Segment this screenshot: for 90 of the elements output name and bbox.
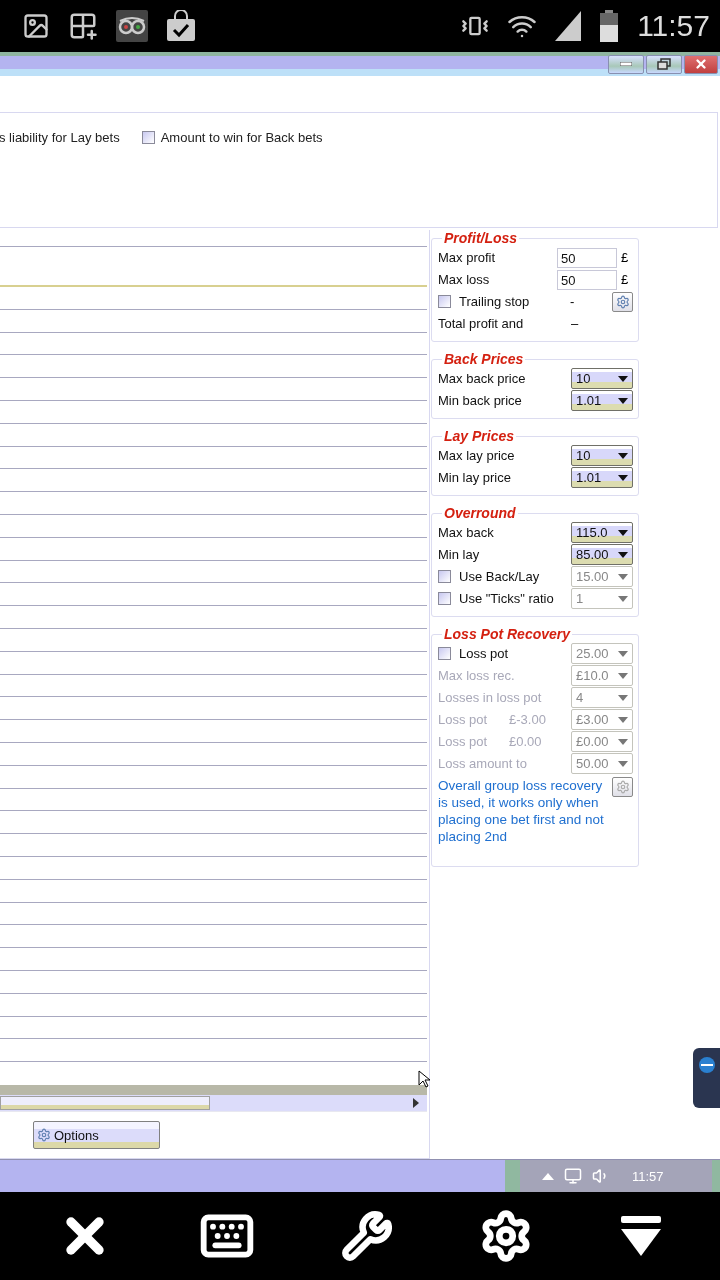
field-label: Max back: [438, 525, 495, 540]
checkbox[interactable]: [438, 592, 451, 605]
checkbox[interactable]: [438, 647, 451, 660]
scroll-right-icon[interactable]: [413, 1098, 419, 1109]
clock-time: 11:57: [632, 1168, 664, 1184]
dropdown[interactable]: 1.01: [571, 390, 633, 411]
field-value: £-3.00: [509, 712, 547, 727]
field-value: -: [570, 294, 576, 309]
group-title: Overround: [443, 505, 517, 521]
dropdown-arrow-icon: [618, 672, 628, 679]
dropdown-arrow-icon: [618, 650, 628, 657]
settings-button[interactable]: [612, 291, 633, 312]
input-field[interactable]: 50: [557, 269, 617, 290]
dropdown[interactable]: 15.00: [571, 566, 633, 587]
restore-icon: [657, 58, 671, 70]
option-label: s liability for Lay bets: [0, 130, 120, 145]
group-title: Back Prices: [443, 351, 525, 367]
dropdown-arrow-icon: [618, 551, 628, 558]
clock-time: 11:57: [637, 9, 710, 43]
dropdown-arrow-icon: [618, 716, 628, 723]
dropdown-arrow-icon: [618, 694, 628, 701]
checkbox[interactable]: [438, 295, 451, 308]
dropdown-arrow-icon: [618, 397, 628, 404]
shopping-bag-check-icon[interactable]: [166, 10, 196, 42]
wrench-icon[interactable]: [341, 1210, 393, 1262]
group-title: Profit/Loss: [443, 230, 519, 246]
dropdown[interactable]: 10: [571, 445, 633, 466]
checkbox[interactable]: [438, 570, 451, 583]
options-button[interactable]: Options: [33, 1121, 160, 1150]
side-tab[interactable]: [693, 1048, 720, 1108]
field-value: –: [571, 316, 580, 331]
field-label: Min back price: [438, 393, 523, 408]
dropdown-arrow-icon: [618, 452, 628, 459]
dropdown-arrow-icon: [618, 595, 628, 602]
dropdown[interactable]: 1.01: [571, 467, 633, 488]
field-label: Max profit: [438, 250, 497, 265]
dropdown-arrow-icon: [618, 738, 628, 745]
dropdown-arrow-icon: [618, 760, 628, 767]
field-label: Max back price: [438, 371, 527, 386]
field-value: £0.00: [509, 734, 543, 749]
close-button[interactable]: [684, 54, 718, 74]
checkbox[interactable]: [141, 131, 155, 144]
scrollbar-thumb[interactable]: [0, 1096, 210, 1111]
dropdown[interactable]: 25.00: [571, 643, 633, 664]
dropdown-arrow-icon: [618, 573, 628, 580]
field-label: Total profit and: [438, 316, 525, 331]
gear-icon: [615, 294, 630, 309]
input-field[interactable]: 50: [557, 247, 617, 268]
option-label: Amount to win for Back bets: [160, 130, 323, 145]
field-label: Max loss rec.: [438, 668, 516, 683]
restore-button[interactable]: [646, 54, 682, 74]
owl-icon[interactable]: [116, 10, 148, 42]
dropdown-arrow-icon: [618, 474, 628, 481]
info-text: Overall group loss recovery is used, it works only when placing one bet first and not placing 2nd: [438, 777, 605, 845]
signal-icon: [555, 11, 582, 41]
field-label: Loss pot: [438, 734, 489, 749]
unit-label: £: [621, 250, 630, 265]
field-label: Losses in loss pot: [438, 690, 543, 705]
field-label: Loss pot: [458, 646, 510, 661]
dropdown[interactable]: 10: [571, 368, 633, 389]
close-icon: [694, 57, 708, 71]
field-label: Loss pot: [438, 712, 489, 727]
minimize-icon: [620, 62, 632, 66]
field-label: Max lay price: [438, 448, 516, 463]
dropdown[interactable]: 85.00: [571, 544, 633, 565]
unit-label: £: [621, 272, 630, 287]
field-label: Min lay: [438, 547, 481, 562]
field-label: Min lay price: [438, 470, 512, 485]
field-label: Max loss: [438, 272, 491, 287]
battery-icon: [599, 10, 620, 42]
group-title: Loss Pot Recovery: [443, 626, 572, 642]
field-label: Loss amount to: [438, 756, 528, 771]
dropdown[interactable]: 1: [571, 588, 633, 609]
picture-icon[interactable]: [22, 12, 50, 40]
field-label: Use "Ticks" ratio: [458, 591, 555, 606]
group-title: Lay Prices: [443, 428, 516, 444]
field-label: Trailing stop: [458, 294, 531, 309]
dropdown-arrow-icon: [618, 375, 628, 382]
field-label: Use Back/Lay: [458, 569, 541, 584]
dropdown-arrow-icon: [618, 529, 628, 536]
collapse-icon[interactable]: [619, 1214, 663, 1258]
gear-icon: [37, 1128, 51, 1143]
settings-button[interactable]: [612, 777, 633, 797]
gear-icon: [615, 780, 630, 794]
grid-icon[interactable]: [68, 11, 98, 41]
minimize-button[interactable]: [608, 54, 644, 74]
remote-app-icon: [697, 1056, 716, 1074]
settings-icon[interactable]: [479, 1209, 533, 1263]
dropdown[interactable]: 115.0: [571, 522, 633, 543]
cursor-icon: [418, 1070, 430, 1088]
